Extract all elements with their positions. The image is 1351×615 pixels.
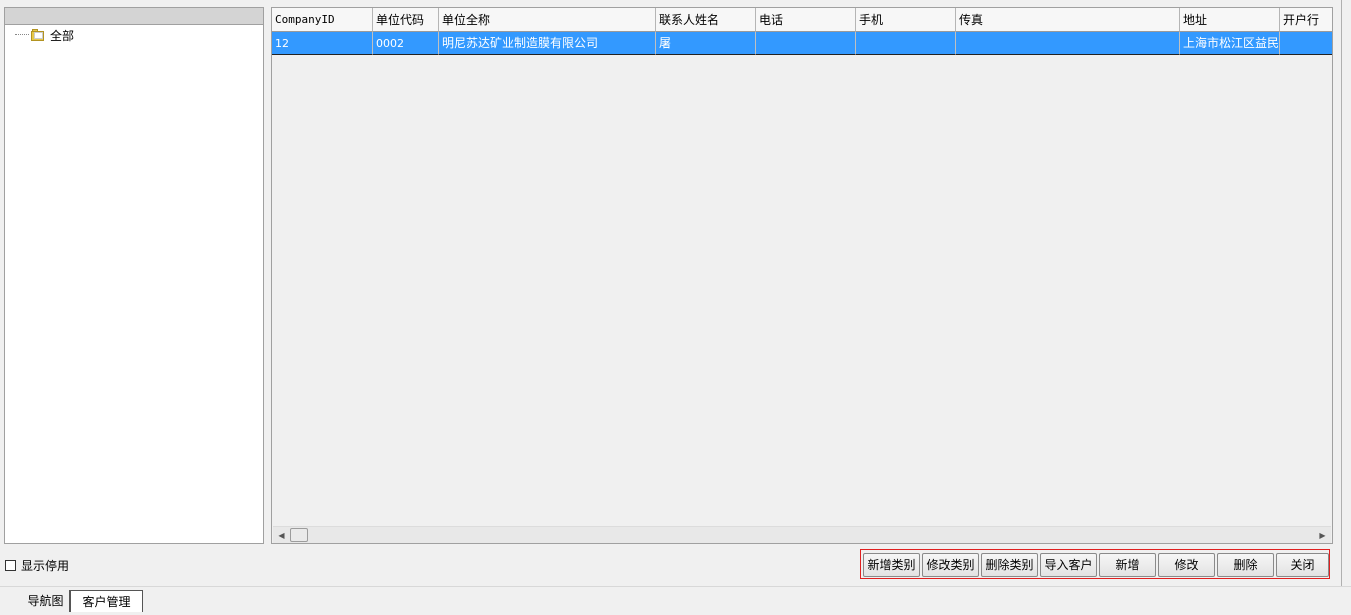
column-header-fax[interactable]: 传真 [956,8,1180,32]
add-category-button[interactable]: 新增类别 [863,553,920,577]
table-cell[interactable]: 明尼苏达矿业制造膜有限公司 [439,32,656,55]
table-cell[interactable] [756,32,856,55]
edit-category-button[interactable]: 修改类别 [922,553,979,577]
table-cell[interactable]: 屠 [656,32,756,55]
column-header-address[interactable]: 地址 [1180,8,1280,32]
show-disabled-label: 显示停用 [21,558,70,573]
column-header-code[interactable]: 单位代码 [373,8,439,32]
table-cell[interactable]: 上海市松江区益民 [1180,32,1280,55]
show-disabled-row[interactable]: 显示停用 [5,557,69,573]
table-cell[interactable]: 12 [272,32,373,55]
tree-node-all[interactable]: 全部 [15,26,74,44]
action-button-group: 新增类别 修改类别 删除类别 导入客户 新增 修改 删除 关闭 [860,549,1330,579]
scroll-thumb[interactable] [290,528,308,542]
document-tabs: 导航图 客户管理 [0,586,1351,615]
customer-grid: CompanyID 单位代码 单位全称 联系人姓名 电话 手机 传真 地址 开户… [271,7,1333,544]
column-header-mobile[interactable]: 手机 [856,8,956,32]
scroll-left-arrow-icon[interactable]: ◀ [273,527,290,543]
horizontal-scrollbar[interactable]: ◀ ▶ [273,526,1331,543]
column-header-bank[interactable]: 开户行 [1280,8,1332,32]
tree-line [15,34,29,36]
column-header-contact[interactable]: 联系人姓名 [656,8,756,32]
close-button[interactable]: 关闭 [1276,553,1329,577]
table-cell[interactable] [1280,32,1332,55]
show-disabled-checkbox[interactable] [5,559,16,571]
category-tree: 全部 [5,26,263,543]
column-header-fullname[interactable]: 单位全称 [439,8,656,32]
folder-icon [31,29,45,41]
table-cell[interactable] [956,32,1180,55]
tab-customer-management[interactable]: 客户管理 [70,590,143,612]
tree-header [5,8,263,25]
delete-category-button[interactable]: 删除类别 [981,553,1038,577]
column-header-companyid[interactable]: CompanyID [272,8,373,32]
category-tree-panel: 全部 [4,7,264,544]
tab-navigation[interactable]: 导航图 [22,590,70,612]
column-header-phone[interactable]: 电话 [756,8,856,32]
table-cell[interactable] [856,32,956,55]
window-edge [1341,0,1351,615]
table-cell[interactable]: 0002 [373,32,439,55]
edit-button[interactable]: 修改 [1158,553,1215,577]
scroll-right-arrow-icon[interactable]: ▶ [1314,527,1331,543]
tree-node-label: 全部 [50,28,75,43]
import-customer-button[interactable]: 导入客户 [1040,553,1097,577]
add-button[interactable]: 新增 [1099,553,1156,577]
delete-button[interactable]: 删除 [1217,553,1274,577]
